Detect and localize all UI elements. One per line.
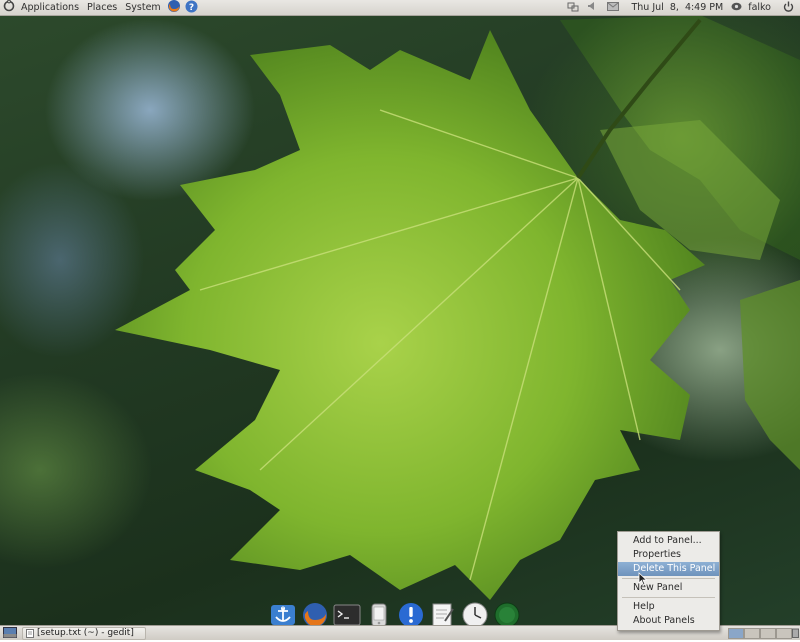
gedit-window-icon	[26, 629, 35, 642]
taskbar-window-title: [setup.txt (~) - gedit]	[37, 628, 134, 638]
menu-item-about-panels[interactable]: About Panels	[618, 614, 719, 628]
user-name[interactable]: falko	[744, 0, 775, 15]
menu-item-help[interactable]: Help	[618, 600, 719, 614]
menu-item-delete-this-panel[interactable]: Delete This Panel	[618, 562, 719, 576]
volume-icon[interactable]	[587, 1, 597, 14]
menu-item-add-to-panel[interactable]: Add to Panel...	[618, 534, 719, 548]
taskbar-window-gedit[interactable]: [setup.txt (~) - gedit]	[22, 627, 146, 640]
ubuntu-logo-icon[interactable]	[0, 0, 17, 15]
mouse-pointer-icon	[638, 572, 648, 589]
places-menu[interactable]: Places	[83, 0, 121, 15]
workspace-4[interactable]	[776, 628, 792, 639]
menu-separator	[622, 597, 715, 598]
network-icon[interactable]	[567, 1, 579, 15]
clock[interactable]: Thu Jul 8, 4:49 PM	[627, 0, 727, 15]
help-icon[interactable]: ?	[183, 0, 200, 16]
user-status-icon[interactable]	[727, 2, 744, 14]
menu-item-new-panel[interactable]: New Panel	[618, 581, 719, 595]
mail-icon[interactable]	[607, 1, 620, 14]
menu-item-properties[interactable]: Properties	[618, 548, 719, 562]
top-panel[interactable]: Applications Places System ? Thu Jul 8, …	[0, 0, 800, 16]
power-icon[interactable]	[775, 1, 796, 15]
applications-menu[interactable]: Applications	[17, 0, 83, 15]
firefox-launcher-icon[interactable]	[165, 0, 183, 16]
panel-context-menu: Add to Panel... Properties Delete This P…	[617, 531, 720, 631]
workspace-2[interactable]	[744, 628, 760, 639]
svg-text:?: ?	[189, 3, 194, 13]
menu-separator	[622, 578, 715, 579]
workspace-3[interactable]	[760, 628, 776, 639]
show-desktop-icon[interactable]	[3, 627, 17, 641]
system-menu[interactable]: System	[121, 0, 164, 15]
workspace-1[interactable]	[728, 628, 744, 639]
trash-icon[interactable]	[792, 627, 799, 641]
